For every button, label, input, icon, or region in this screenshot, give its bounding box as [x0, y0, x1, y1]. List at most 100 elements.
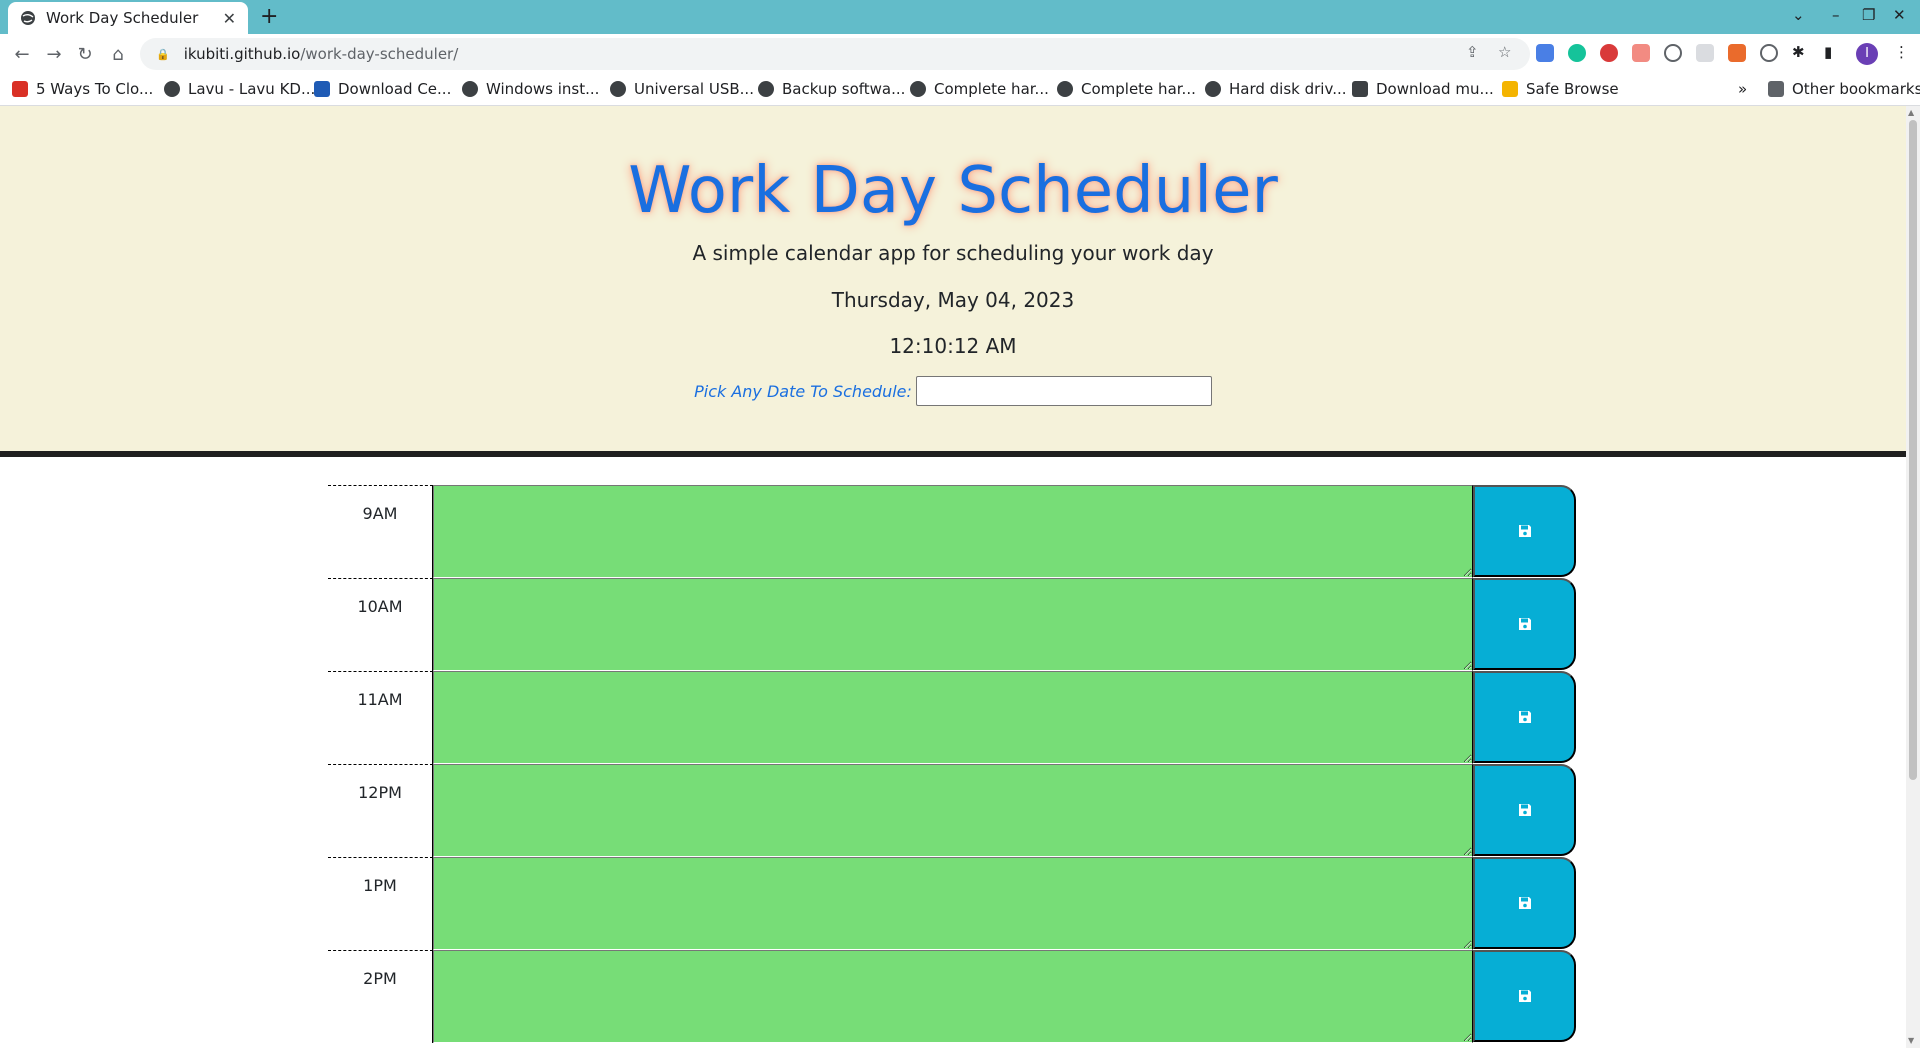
bookmark-item[interactable]: Lavu - Lavu KD...: [164, 80, 315, 98]
current-time: 12:10:12 AM: [889, 334, 1017, 358]
hour-label: 11AM: [328, 671, 433, 764]
bookmark-item[interactable]: Complete har...: [1057, 80, 1196, 98]
save-icon: [1518, 990, 1531, 1002]
bookmark-favicon-blue-icon: [314, 81, 330, 97]
extension-icon[interactable]: [1600, 44, 1618, 62]
bookmark-item[interactable]: Windows inst...: [462, 80, 599, 98]
timeblock-row: 1PM: [328, 857, 1576, 950]
globe-icon: [1057, 81, 1073, 97]
address-bar[interactable]: 🔒 ikubiti.github.io/work-day-scheduler/: [140, 38, 1530, 70]
date-picker-label: Pick Any Date To Schedule:: [694, 381, 912, 401]
tab-strip: Work Day Scheduler ✕ + ⌄ – ❐ ✕: [0, 0, 1920, 34]
extension-icon[interactable]: [1696, 44, 1714, 62]
bookmark-label: Windows inst...: [486, 80, 600, 98]
lock-icon: [1502, 81, 1518, 97]
bookmark-item[interactable]: Download Ce...: [314, 80, 451, 98]
extension-icon[interactable]: [1536, 44, 1554, 62]
new-tab-icon[interactable]: +: [260, 4, 278, 30]
bookmark-label: Safe Browse: [1526, 80, 1619, 98]
back-icon[interactable]: ←: [10, 42, 34, 66]
save-icon: [1518, 897, 1531, 909]
bookmarks-overflow-icon[interactable]: »: [1738, 80, 1747, 98]
event-description[interactable]: [433, 671, 1473, 764]
tab-title: Work Day Scheduler: [46, 9, 199, 27]
lock-icon[interactable]: 🔒: [156, 48, 170, 61]
event-description[interactable]: [433, 485, 1473, 578]
bookmark-item[interactable]: Hard disk driv...: [1205, 80, 1347, 98]
event-description[interactable]: [433, 857, 1473, 950]
bookmark-label: Download mu...: [1376, 80, 1494, 98]
url-path: /work-day-scheduler/: [300, 45, 459, 63]
side-panel-icon[interactable]: ▮: [1824, 43, 1832, 61]
extension-icon[interactable]: [1632, 44, 1650, 62]
save-button[interactable]: [1473, 857, 1576, 949]
bookmark-label: Complete har...: [1081, 80, 1196, 98]
browser-toolbar: ← → ↻ ⌂ 🔒 ikubiti.github.io/work-day-sch…: [0, 34, 1920, 74]
globe-icon: [610, 81, 626, 97]
current-date: Thursday, May 04, 2023: [831, 288, 1075, 312]
forward-icon[interactable]: →: [42, 42, 66, 66]
scrollbar-thumb[interactable]: [1909, 120, 1917, 780]
save-button[interactable]: [1473, 671, 1576, 763]
grammarly-icon[interactable]: [1568, 44, 1586, 62]
bookmark-item[interactable]: 5 Ways To Clo...: [12, 80, 153, 98]
close-window-icon[interactable]: ✕: [1893, 6, 1906, 24]
globe-icon: [910, 81, 926, 97]
hour-label: 1PM: [328, 857, 433, 950]
date-picker-row: Pick Any Date To Schedule:: [0, 376, 1906, 406]
date-picker-input[interactable]: [915, 376, 1212, 406]
other-bookmarks[interactable]: Other bookmarks: [1768, 80, 1920, 98]
bookmark-item[interactable]: Safe Browse: [1502, 80, 1619, 98]
extension-icon[interactable]: [1664, 44, 1682, 62]
close-icon[interactable]: ✕: [223, 9, 236, 28]
save-button[interactable]: [1473, 578, 1576, 670]
save-button[interactable]: [1473, 485, 1576, 577]
header-jumbotron: Work Day Scheduler A simple calendar app…: [0, 106, 1906, 457]
browser-tab[interactable]: Work Day Scheduler ✕: [8, 2, 248, 34]
home-icon[interactable]: ⌂: [106, 42, 130, 66]
bookmark-label: Complete har...: [934, 80, 1049, 98]
bookmark-item[interactable]: Complete har...: [910, 80, 1049, 98]
timeblock-list: 9AM 10AM 11AM 12PM 1PM 2PM: [328, 485, 1576, 1043]
event-description[interactable]: [433, 764, 1473, 857]
save-button[interactable]: [1473, 950, 1576, 1042]
scroll-down-icon[interactable]: ▼: [1908, 1036, 1914, 1045]
extension-icon[interactable]: [1728, 44, 1746, 62]
extension-icon[interactable]: [1760, 44, 1778, 62]
puzzle-icon[interactable]: ✱: [1792, 43, 1805, 61]
bookmark-label: Download Ce...: [338, 80, 452, 98]
bookmark-item[interactable]: Universal USB...: [610, 80, 754, 98]
minimize-icon[interactable]: –: [1832, 6, 1840, 24]
scroll-up-icon[interactable]: ▲: [1908, 108, 1914, 117]
save-button[interactable]: [1473, 764, 1576, 856]
globe-icon: [164, 81, 180, 97]
timeblock-row: 11AM: [328, 671, 1576, 764]
reload-icon[interactable]: ↻: [73, 42, 97, 66]
page-scrollbar[interactable]: ▲ ▼: [1906, 106, 1920, 1048]
timeblock-row: 10AM: [328, 578, 1576, 671]
timeblock-row: 9AM: [328, 485, 1576, 578]
hour-label: 9AM: [328, 485, 433, 578]
tab-search-icon[interactable]: ⌄: [1792, 6, 1805, 24]
star-icon[interactable]: ☆: [1498, 43, 1511, 61]
save-icon: [1518, 618, 1531, 630]
event-description[interactable]: [433, 578, 1473, 671]
timeblock-row: 12PM: [328, 764, 1576, 857]
save-icon: [1518, 804, 1531, 816]
bookmark-label: 5 Ways To Clo...: [36, 80, 154, 98]
hour-label: 2PM: [328, 950, 433, 1043]
globe-icon: [21, 11, 35, 25]
bookmark-label: Lavu - Lavu KD...: [188, 80, 316, 98]
bookmark-item[interactable]: Backup softwa...: [758, 80, 905, 98]
globe-icon: [758, 81, 774, 97]
restore-icon[interactable]: ❐: [1862, 6, 1875, 24]
url-host: ikubiti.github.io: [183, 45, 301, 63]
menu-icon[interactable]: ⋮: [1894, 43, 1909, 61]
event-description[interactable]: [433, 950, 1473, 1043]
other-bookmarks-label: Other bookmarks: [1792, 80, 1920, 98]
share-icon[interactable]: ⇪: [1466, 43, 1479, 61]
timeblock-row: 2PM: [328, 950, 1576, 1043]
bookmark-item[interactable]: Download mu...: [1352, 80, 1494, 98]
avatar[interactable]: I: [1856, 43, 1878, 65]
bookmark-label: Backup softwa...: [782, 80, 906, 98]
